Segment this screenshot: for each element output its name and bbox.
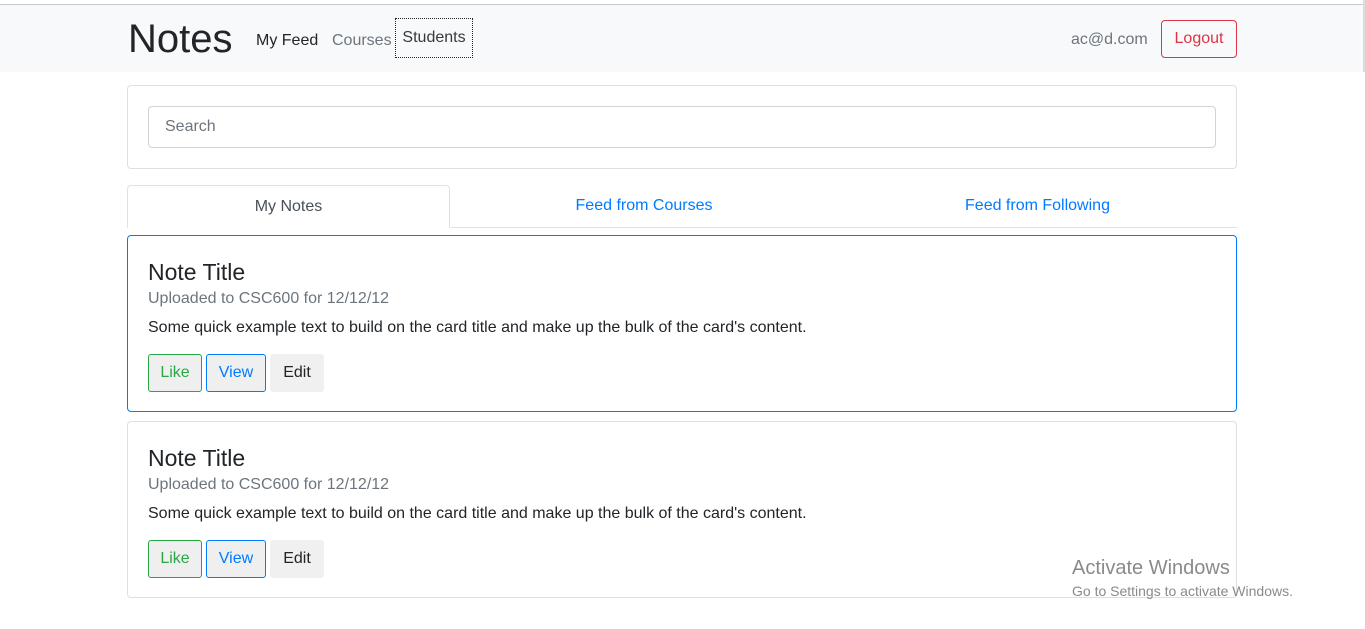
- note-card: Note Title Uploaded to CSC600 for 12/12/…: [127, 421, 1237, 598]
- note-card: Note Title Uploaded to CSC600 for 12/12/…: [127, 235, 1237, 412]
- search-input[interactable]: [148, 106, 1216, 148]
- tab-my-notes[interactable]: My Notes: [127, 185, 450, 228]
- feed-tabs: My Notes Feed from Courses Feed from Fol…: [127, 185, 1237, 228]
- navbar: Notes My Feed Courses Students ac@d.com …: [0, 5, 1363, 72]
- note-title: Note Title: [148, 259, 246, 285]
- logout-button[interactable]: Logout: [1161, 20, 1237, 58]
- note-subtitle: Uploaded to CSC600 for 12/12/12: [148, 476, 390, 493]
- nav-link-courses[interactable]: Courses: [332, 31, 392, 51]
- like-button[interactable]: Like: [148, 540, 202, 578]
- view-button[interactable]: View: [206, 354, 266, 392]
- watermark-subtitle: Go to Settings to activate Windows.: [1072, 583, 1293, 599]
- brand-logo[interactable]: Notes: [128, 17, 233, 61]
- edit-button[interactable]: Edit: [270, 354, 324, 392]
- search-card: [127, 85, 1237, 169]
- tab-feed-from-courses[interactable]: Feed from Courses: [450, 185, 838, 227]
- nav-link-my-feed[interactable]: My Feed: [256, 31, 318, 51]
- view-button[interactable]: View: [206, 540, 266, 578]
- edit-button[interactable]: Edit: [270, 540, 324, 578]
- user-email: ac@d.com: [1071, 31, 1148, 48]
- like-button[interactable]: Like: [148, 354, 202, 392]
- note-subtitle: Uploaded to CSC600 for 12/12/12: [148, 290, 390, 307]
- note-text: Some quick example text to build on the …: [148, 505, 807, 522]
- watermark-title: Activate Windows: [1072, 557, 1230, 579]
- tab-feed-from-following[interactable]: Feed from Following: [838, 185, 1237, 227]
- activate-windows-watermark: Activate Windows Go to Settings to activ…: [1072, 556, 1293, 600]
- note-text: Some quick example text to build on the …: [148, 319, 807, 336]
- note-title: Note Title: [148, 445, 246, 471]
- nav-link-students[interactable]: Students: [395, 18, 473, 58]
